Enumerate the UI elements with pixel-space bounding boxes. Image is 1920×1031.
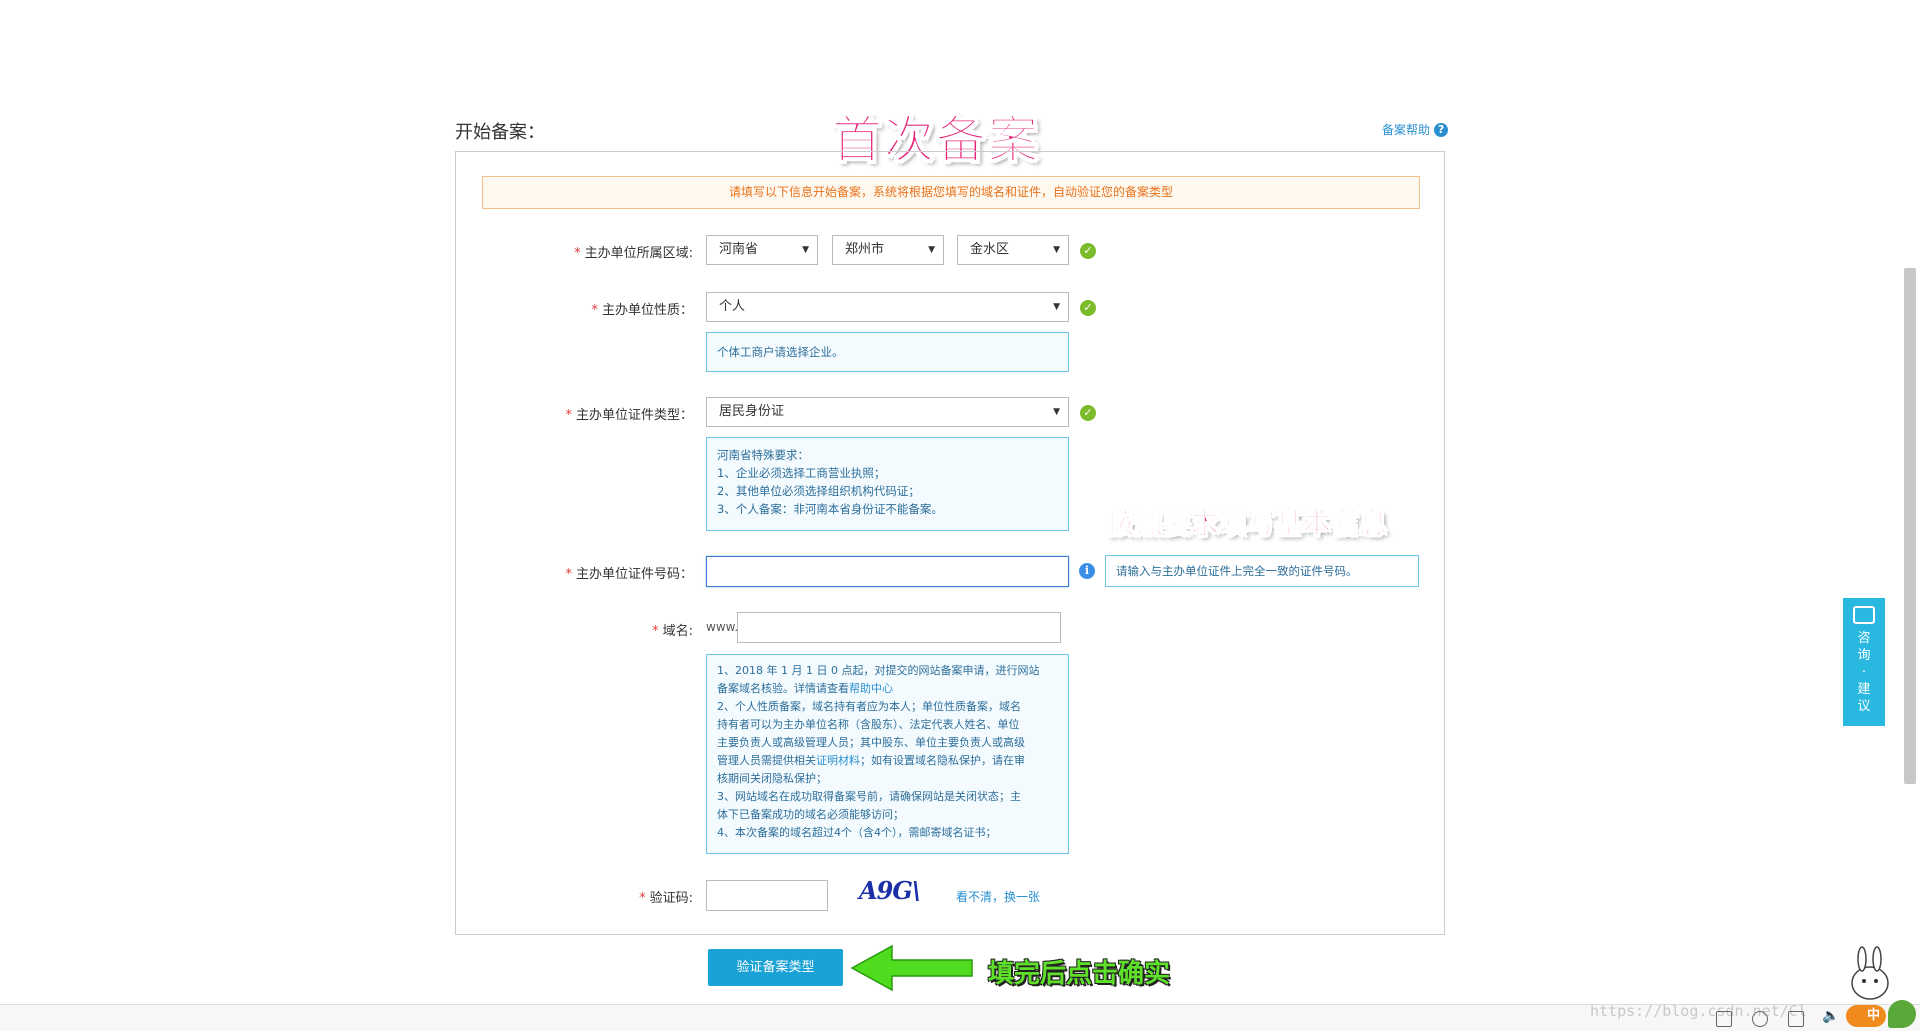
tip-line: 1、2018 年 1 月 1 日 0 点起，对提交的网站备案申请，进行网站 bbox=[717, 664, 1040, 677]
province-value: 河南省 bbox=[719, 242, 759, 257]
widget-char: 议 bbox=[1857, 699, 1871, 714]
widget-char: 建 bbox=[1857, 682, 1871, 697]
widget-char: 询 bbox=[1857, 648, 1871, 663]
tip-line: 管理人员需提供相关 bbox=[717, 754, 816, 767]
domain-input[interactable] bbox=[737, 612, 1061, 643]
domain-prefix: www. bbox=[706, 620, 739, 634]
rabbit-mascot-icon bbox=[1851, 946, 1889, 1000]
caret-down-icon: ▼ bbox=[1053, 245, 1060, 255]
required-mark: * bbox=[652, 624, 659, 639]
region-label: * 主办单位所属区域: bbox=[443, 242, 693, 261]
cert-number-hint-text: 请输入与主办单位证件上完全一致的证件号码。 bbox=[1116, 564, 1358, 578]
ime-indicator[interactable]: 中 bbox=[1846, 1005, 1886, 1027]
cert-type-label-text: 主办单位证件类型： bbox=[575, 408, 693, 423]
captcha-image[interactable]: A9G\ bbox=[859, 876, 921, 905]
question-icon: ? bbox=[1434, 122, 1449, 137]
city-value: 郑州市 bbox=[845, 242, 885, 257]
speaker-icon[interactable]: 🔈 bbox=[1822, 1008, 1839, 1024]
caret-down-icon: ▼ bbox=[1053, 407, 1060, 417]
ime-label: 中 bbox=[1866, 1008, 1880, 1023]
info-icon: i bbox=[1079, 563, 1095, 579]
required-mark: * bbox=[565, 408, 572, 423]
annotation-fill-basic-info: 按照要求填写基本信息 bbox=[1106, 507, 1388, 541]
nature-tip-text: 个体工商户请选择企业。 bbox=[717, 345, 844, 359]
cert-type-value: 居民身份证 bbox=[719, 404, 785, 419]
tip-line: 核期间关闭隐私保护； bbox=[717, 772, 827, 785]
tip-line: 备案域名核验。详情请查看 bbox=[717, 682, 849, 695]
tip-line: 持有者可以为主办单位名称（含股东）、法定代表人姓名、单位 bbox=[717, 718, 1020, 731]
cert-type-select[interactable]: 居民身份证 ▼ bbox=[706, 397, 1069, 427]
tip-line: 1、企业必须选择工商营业执照； bbox=[717, 466, 886, 480]
watermark: https://blog.csdn.net/Cl bbox=[1590, 1002, 1807, 1020]
widget-char: · bbox=[1861, 665, 1867, 680]
cert-type-tip: 河南省特殊要求： 1、企业必须选择工商营业执照； 2、其他单位必须选择组织机构代… bbox=[706, 437, 1069, 531]
widget-char: 咨 bbox=[1857, 631, 1871, 646]
nature-tip: 个体工商户请选择企业。 bbox=[706, 332, 1069, 372]
arrow-left-icon bbox=[850, 944, 973, 992]
nature-select[interactable]: 个人 ▼ bbox=[706, 292, 1069, 322]
filing-help-link[interactable]: 备案帮助 ? bbox=[1382, 121, 1449, 138]
proof-materials-link[interactable]: 证明材料 bbox=[816, 754, 860, 767]
required-mark: * bbox=[565, 567, 572, 582]
domain-label: * 域名: bbox=[443, 620, 693, 639]
domain-label-text: 域名: bbox=[662, 624, 693, 639]
tip-line: 2、个人性质备案，域名持有者应为本人；单位性质备案，域名 bbox=[717, 700, 1021, 713]
tip-line: 4、本次备案的域名超过4个（含4个），需邮寄域名证书； bbox=[717, 826, 997, 839]
tip-line: 主要负责人或高级管理人员；其中股东、单位主要负责人或高级 bbox=[717, 736, 1025, 749]
cert-number-label: * 主办单位证件号码： bbox=[443, 563, 693, 582]
filing-help-label: 备案帮助 bbox=[1382, 123, 1431, 137]
tip-line: 3、个人备案：非河南本省身份证不能备案。 bbox=[717, 502, 943, 516]
page-title: 开始备案： bbox=[455, 122, 545, 143]
cert-number-hint: 请输入与主办单位证件上完全一致的证件号码。 bbox=[1105, 555, 1419, 587]
caret-down-icon: ▼ bbox=[928, 245, 935, 255]
cert-number-label-text: 主办单位证件号码： bbox=[575, 567, 693, 582]
help-center-link[interactable]: 帮助中心 bbox=[849, 682, 893, 695]
caret-down-icon: ▼ bbox=[1053, 302, 1060, 312]
nature-label-text: 主办单位性质： bbox=[601, 303, 693, 318]
nature-value: 个人 bbox=[719, 299, 746, 314]
city-select[interactable]: 郑州市 ▼ bbox=[832, 235, 944, 265]
scrollbar-thumb[interactable] bbox=[1904, 268, 1916, 784]
tip-line: 河南省特殊要求： bbox=[717, 448, 809, 462]
tip-line: ；如有设置域名隐私保护，请在审 bbox=[860, 754, 1025, 767]
captcha-label: * 验证码: bbox=[443, 887, 693, 906]
province-select[interactable]: 河南省 ▼ bbox=[706, 235, 818, 265]
district-value: 金水区 bbox=[970, 242, 1010, 257]
trash-icon[interactable] bbox=[1788, 1011, 1804, 1027]
refresh-captcha-link[interactable]: 看不清，换一张 bbox=[956, 888, 1040, 905]
pin-icon[interactable] bbox=[1716, 1011, 1732, 1027]
cert-number-input[interactable] bbox=[706, 556, 1069, 587]
check-icon: ✓ bbox=[1080, 405, 1096, 421]
district-select[interactable]: 金水区 ▼ bbox=[957, 235, 1069, 265]
required-mark: * bbox=[591, 303, 598, 318]
leaf-icon bbox=[1888, 1000, 1916, 1028]
caret-down-icon: ▼ bbox=[802, 245, 809, 255]
tip-line: 3、网站域名在成功取得备案号前，请确保网站是关闭状态；主 bbox=[717, 790, 1021, 803]
check-icon: ✓ bbox=[1080, 300, 1096, 316]
tip-line: 体下已备案成功的域名必须能够访问； bbox=[717, 808, 904, 821]
captcha-input[interactable] bbox=[706, 880, 828, 911]
nature-label: * 主办单位性质： bbox=[443, 299, 693, 318]
cert-type-label: * 主办单位证件类型： bbox=[443, 404, 693, 423]
check-icon: ✓ bbox=[1080, 243, 1096, 259]
refresh-icon[interactable] bbox=[1752, 1011, 1768, 1027]
annotation-click-confirm: 填完后点击确实 bbox=[988, 959, 1171, 989]
region-label-text: 主办单位所属区域: bbox=[584, 246, 693, 261]
domain-tip: 1、2018 年 1 月 1 日 0 点起，对提交的网站备案申请，进行网站 备案… bbox=[706, 654, 1069, 854]
verify-filing-type-button[interactable]: 验证备案类型 bbox=[708, 949, 843, 986]
required-mark: * bbox=[574, 246, 581, 261]
consult-feedback-widget[interactable]: 咨 询 · 建 议 bbox=[1843, 598, 1885, 726]
captcha-label-text: 验证码: bbox=[649, 891, 693, 906]
required-mark: * bbox=[639, 891, 646, 906]
notice-banner: 请填写以下信息开始备案，系统将根据您填写的域名和证件，自动验证您的备案类型 bbox=[482, 176, 1420, 209]
chat-icon bbox=[1853, 606, 1875, 624]
tip-line: 2、其他单位必须选择组织机构代码证； bbox=[717, 484, 920, 498]
